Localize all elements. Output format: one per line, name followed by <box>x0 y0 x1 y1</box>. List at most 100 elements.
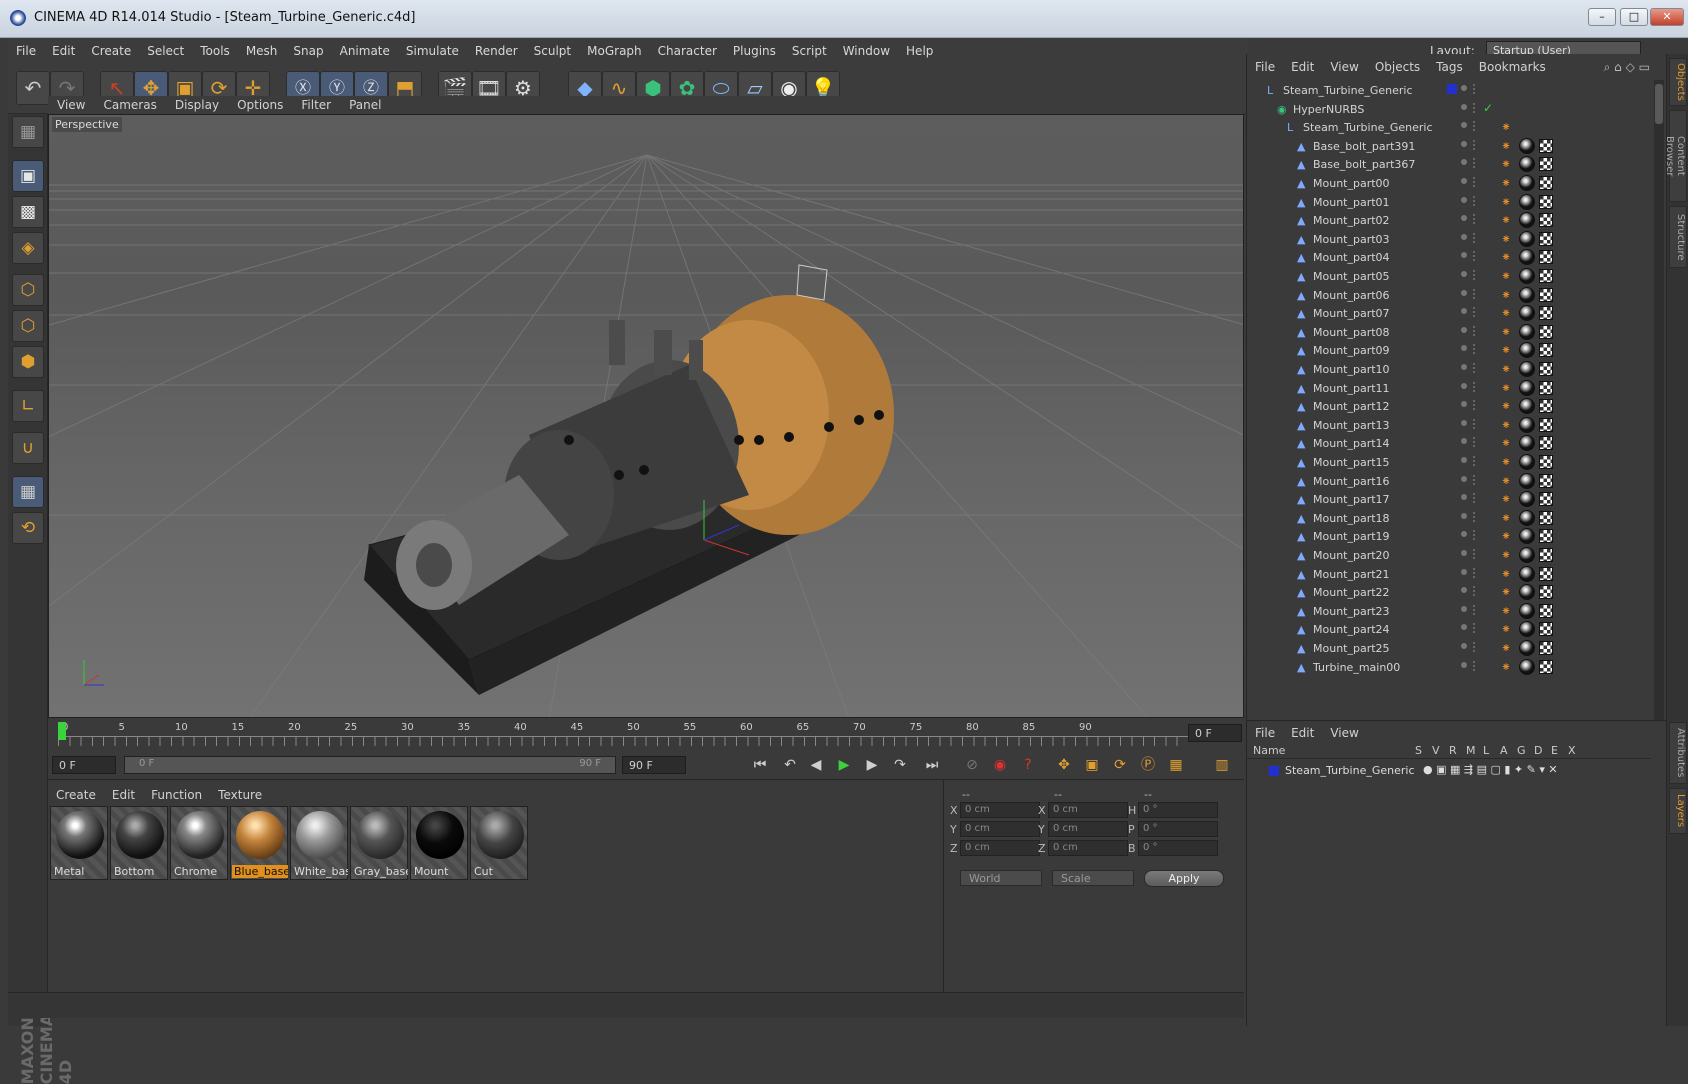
menu-help[interactable]: Help <box>898 38 941 58</box>
phong-tag-icon[interactable]: ⁕ <box>1501 288 1515 302</box>
visibility-dot[interactable] <box>1461 568 1467 575</box>
material-menu-texture[interactable]: Texture <box>210 780 270 802</box>
material-tag-icon[interactable] <box>1519 416 1535 433</box>
object-name[interactable]: Mount_part00 <box>1313 177 1390 190</box>
object-name[interactable]: Mount_part04 <box>1313 251 1390 264</box>
points-mode-icon[interactable]: ⬡ <box>12 274 44 306</box>
texture-tag-icon[interactable] <box>1539 641 1553 655</box>
render-visibility-dots[interactable] <box>1473 344 1477 355</box>
object-row[interactable]: ▲ Mount_part25 ⁕ <box>1247 638 1651 658</box>
key-rotation-icon[interactable]: ⟳ <box>1108 754 1132 776</box>
viewport-menu-cameras[interactable]: Cameras <box>94 96 165 112</box>
phong-tag-icon[interactable]: ⁕ <box>1501 343 1515 357</box>
object-name[interactable]: Mount_part19 <box>1313 530 1390 543</box>
material-tag-icon[interactable] <box>1519 323 1535 340</box>
undo-icon[interactable]: ↶ <box>16 71 50 105</box>
texture-tag-icon[interactable] <box>1539 138 1553 153</box>
layer-menu-view[interactable]: View <box>1322 721 1366 740</box>
phong-tag-icon[interactable]: ⁕ <box>1501 381 1515 395</box>
object-row[interactable]: ▲ Mount_part19 ⁕ <box>1247 526 1651 546</box>
object-menu-objects[interactable]: Objects <box>1367 54 1428 74</box>
menu-edit[interactable]: Edit <box>44 38 83 58</box>
texture-tag-icon[interactable] <box>1539 548 1553 562</box>
coord-value-field[interactable]: 0 cm <box>1048 840 1128 856</box>
visibility-dot[interactable] <box>1461 605 1467 612</box>
layer-color-swatch[interactable] <box>1447 84 1457 94</box>
render-visibility-dots[interactable] <box>1473 84 1477 94</box>
object-name[interactable]: Mount_part09 <box>1313 344 1390 357</box>
render-visibility-dots[interactable] <box>1473 530 1477 541</box>
object-name[interactable]: Turbine_main00 <box>1313 661 1400 674</box>
layer-column-header[interactable]: G <box>1517 744 1526 757</box>
texture-tag-icon[interactable] <box>1539 362 1553 376</box>
object-row[interactable]: ▲ Mount_part06 ⁕ <box>1247 285 1651 305</box>
next-key-icon[interactable]: ↷ <box>888 754 912 776</box>
visibility-dot[interactable] <box>1461 419 1467 426</box>
viewport-perspective[interactable]: Perspective ✥ ⇅ ⟲ ▭ <box>48 114 1244 718</box>
render-visibility-dots[interactable] <box>1473 381 1477 392</box>
object-row[interactable]: ▲ Mount_part20 ⁕ <box>1247 545 1651 565</box>
menu-script[interactable]: Script <box>784 38 835 58</box>
material-tag-icon[interactable] <box>1519 509 1535 526</box>
texture-tag-icon[interactable] <box>1539 473 1553 488</box>
visibility-dot[interactable] <box>1461 196 1467 203</box>
object-row[interactable]: ▲ Base_bolt_part391 ⁕ <box>1247 136 1651 156</box>
key-parameter-icon[interactable]: Ⓟ <box>1136 754 1160 776</box>
texture-tag-icon[interactable] <box>1539 213 1553 228</box>
object-row[interactable]: ▲ Mount_part21 ⁕ <box>1247 564 1651 584</box>
object-name[interactable]: Base_bolt_part391 <box>1313 140 1415 153</box>
object-name[interactable]: Mount_part21 <box>1313 568 1390 581</box>
texture-tag-icon[interactable] <box>1539 194 1553 209</box>
material-tag-icon[interactable] <box>1519 305 1535 322</box>
texture-tag-icon[interactable] <box>1539 343 1553 358</box>
visibility-dot[interactable] <box>1461 438 1467 445</box>
coord-value-field[interactable]: 0 ° <box>1138 821 1218 837</box>
visibility-dot[interactable] <box>1461 457 1467 463</box>
visibility-dot[interactable] <box>1461 643 1467 649</box>
workplane-icon[interactable]: ◈ <box>12 232 44 264</box>
visibility-dot[interactable] <box>1461 252 1467 259</box>
viewport-menu-options[interactable]: Options <box>228 96 292 112</box>
object-row[interactable]: ▲ Mount_part15 ⁕ <box>1247 452 1651 472</box>
visibility-dot[interactable] <box>1461 233 1467 240</box>
phong-tag-icon[interactable]: ⁕ <box>1501 585 1515 599</box>
enable-check-icon[interactable]: ✓ <box>1483 101 1493 115</box>
texture-tag-icon[interactable] <box>1539 510 1553 525</box>
layer-column-header[interactable]: D <box>1534 744 1542 757</box>
material-swatch[interactable]: Cut <box>470 806 528 880</box>
material-tag-icon[interactable] <box>1519 268 1535 284</box>
object-row[interactable]: ▲ Mount_part23 ⁕ <box>1247 601 1651 621</box>
object-name[interactable]: Mount_part18 <box>1313 512 1390 525</box>
coord-mode-dropdown[interactable]: World <box>960 870 1042 886</box>
menu-window[interactable]: Window <box>835 38 898 58</box>
material-tag-icon[interactable] <box>1519 361 1535 377</box>
grid-snap-icon[interactable]: ▦ <box>12 476 44 508</box>
render-visibility-dots[interactable] <box>1473 158 1477 169</box>
previous-key-icon[interactable]: ↶ <box>778 754 802 776</box>
render-visibility-dots[interactable] <box>1473 623 1477 634</box>
render-visibility-dots[interactable] <box>1473 288 1477 299</box>
phong-tag-icon[interactable]: ⁕ <box>1501 474 1515 488</box>
texture-tag-icon[interactable] <box>1539 417 1553 432</box>
menu-mesh[interactable]: Mesh <box>238 38 286 58</box>
object-row[interactable]: ▲ Mount_part03 ⁕ <box>1247 229 1651 249</box>
layer-column-header[interactable]: X <box>1568 744 1576 757</box>
end-frame-field[interactable]: 90 F <box>622 756 686 774</box>
layer-menu-file[interactable]: File <box>1247 721 1283 740</box>
timeline-window-icon[interactable]: ▥ <box>1210 754 1234 776</box>
object-menu-tags[interactable]: Tags <box>1428 54 1471 74</box>
render-visibility-dots[interactable] <box>1473 251 1477 262</box>
render-visibility-dots[interactable] <box>1473 121 1477 132</box>
material-tag-icon[interactable] <box>1519 547 1535 563</box>
menu-mograph[interactable]: MoGraph <box>579 38 650 58</box>
object-name[interactable]: Mount_part20 <box>1313 549 1390 562</box>
object-name[interactable]: Mount_part17 <box>1313 493 1390 506</box>
object-row[interactable]: ▲ Mount_part17 ⁕ <box>1247 489 1651 509</box>
object-name[interactable]: Base_bolt_part367 <box>1313 158 1415 171</box>
visibility-dot[interactable] <box>1461 345 1467 352</box>
material-tag-icon[interactable] <box>1519 379 1535 396</box>
material-tag-icon[interactable] <box>1519 193 1535 210</box>
phong-tag-icon[interactable]: ⁕ <box>1501 399 1515 413</box>
layer-row[interactable]: Steam_Turbine_Generic ● ▣ ▦ ⇶ ▤ ▢ ▮ ✦ ✎ … <box>1255 763 1645 779</box>
phong-tag-icon[interactable]: ⁕ <box>1501 511 1515 525</box>
